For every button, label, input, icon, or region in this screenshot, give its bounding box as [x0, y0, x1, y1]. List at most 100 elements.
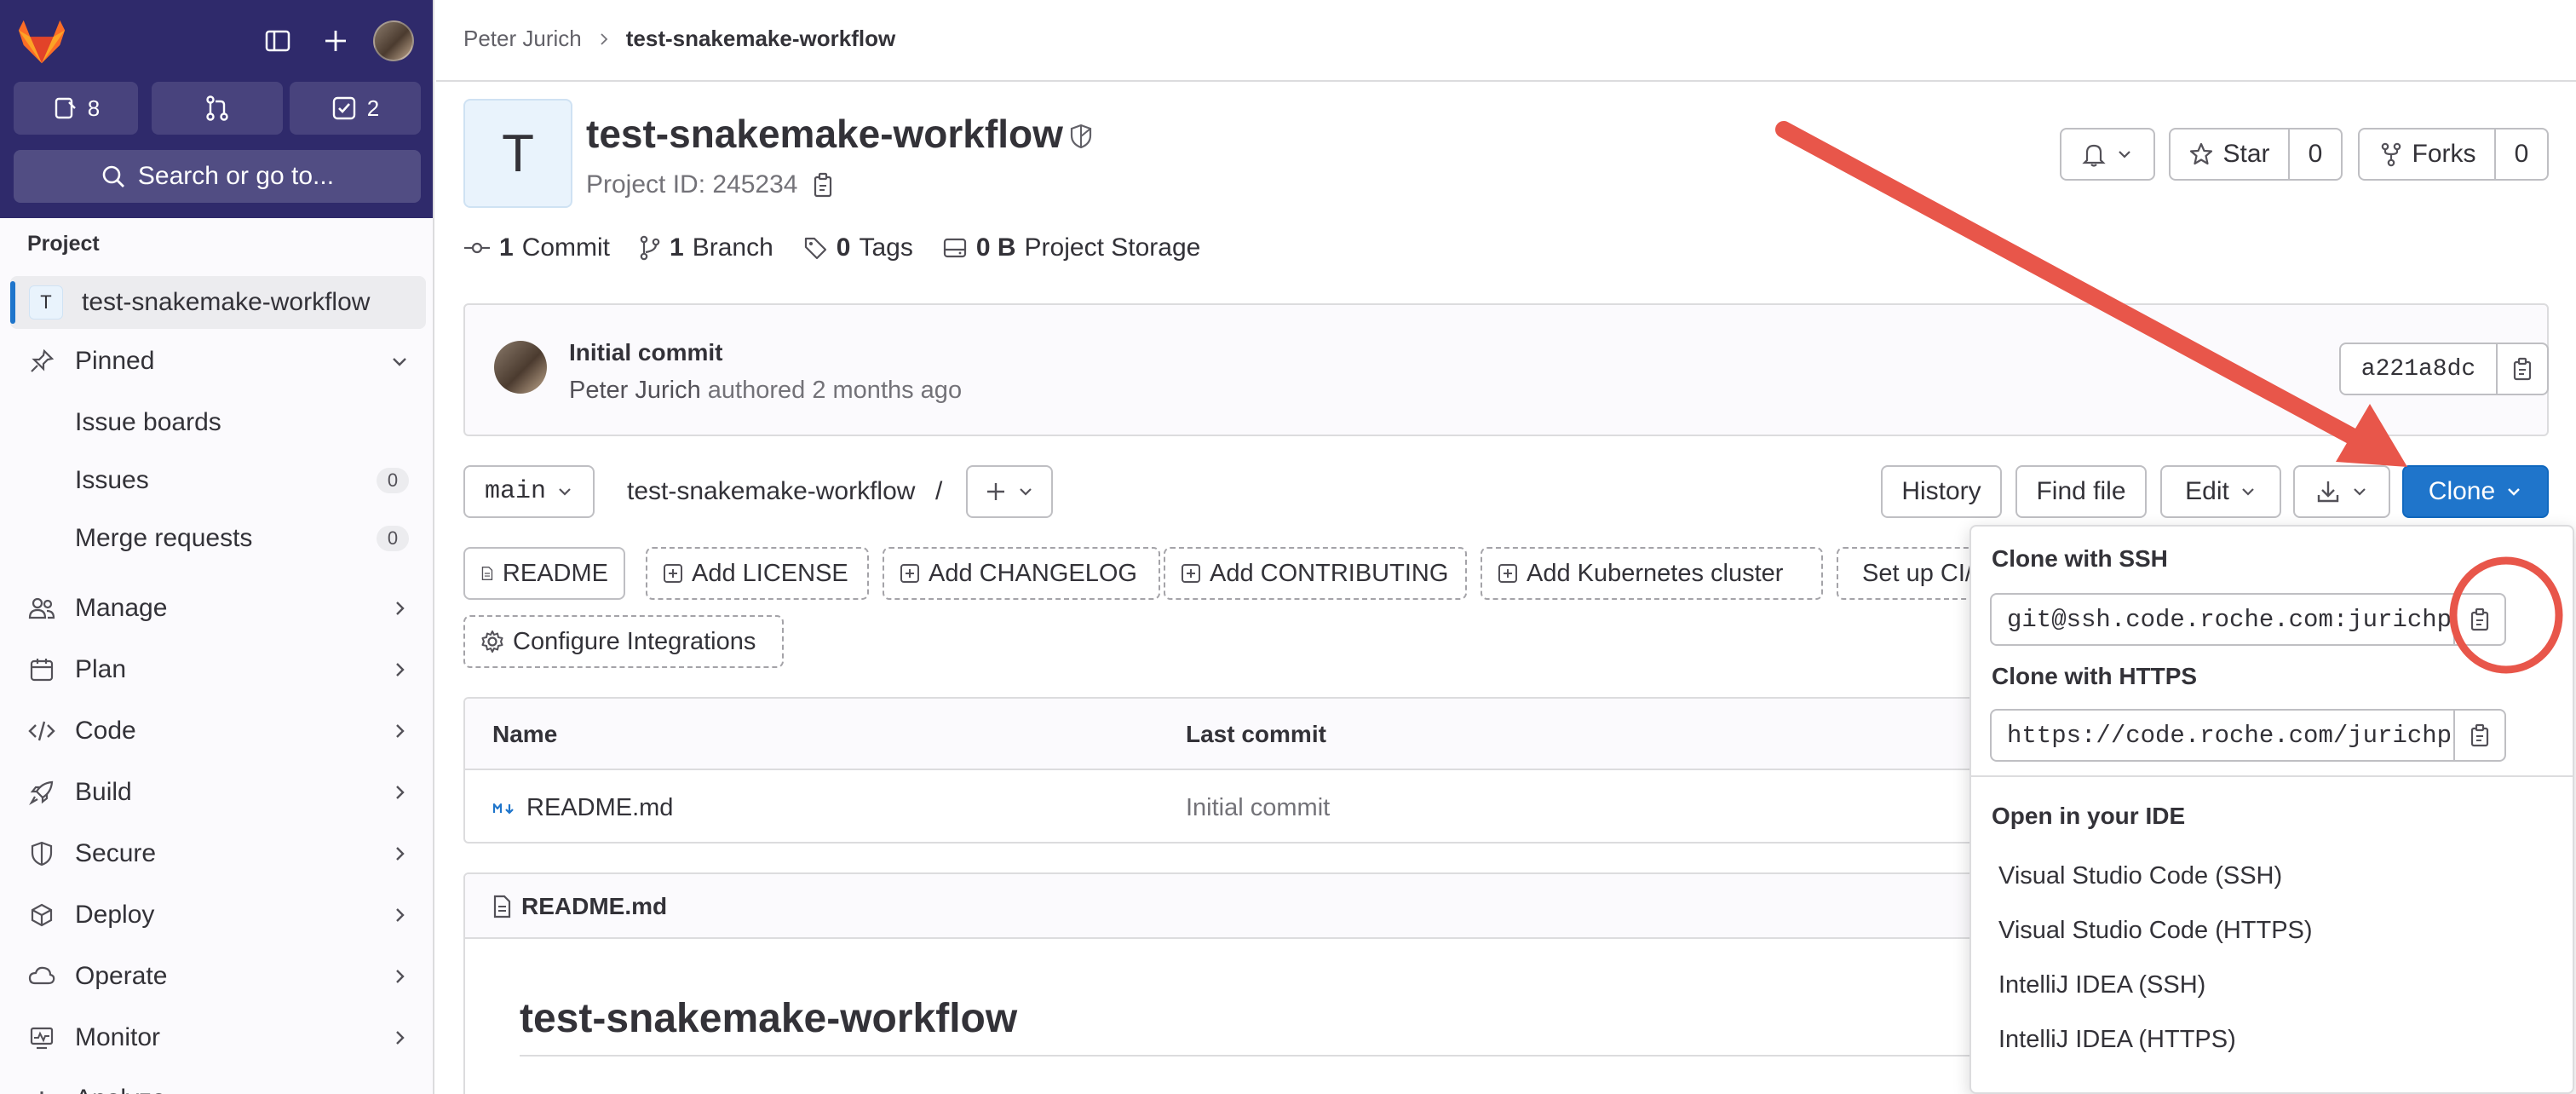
- todo-count: 8: [87, 95, 101, 121]
- copy-https-url-button[interactable]: [2453, 709, 2506, 762]
- file-icon: [493, 895, 511, 918]
- add-contributing-label: Add CONTRIBUTING: [1210, 559, 1449, 587]
- sidebar-item-build[interactable]: Build: [0, 765, 433, 820]
- clone-button[interactable]: Clone: [2402, 465, 2549, 518]
- commits-count: 1: [499, 233, 514, 262]
- clone-ssh-url-input[interactable]: git@ssh.code.roche.com:jurichp/: [1990, 593, 2455, 646]
- last-commit-cell[interactable]: Initial commit: [1186, 794, 1330, 822]
- last-commit-panel: Initial commit Peter Jurich authored 2 m…: [463, 303, 2549, 436]
- review-counter-button[interactable]: 2: [290, 82, 421, 135]
- chevron-right-icon: [387, 780, 412, 805]
- add-license-label: Add LICENSE: [692, 559, 848, 587]
- copy-sha-button[interactable]: [2496, 343, 2549, 395]
- plus-square-icon: [900, 564, 919, 583]
- chart-icon: [27, 1085, 56, 1094]
- chevron-down-icon: [2354, 488, 2366, 496]
- main-content: Peter Jurich test-snakemake-workflow T t…: [436, 0, 2576, 1094]
- add-changelog-button[interactable]: Add CHANGELOG: [883, 547, 1160, 600]
- clone-dropdown: Clone with SSH git@ssh.code.roche.com:ju…: [1969, 525, 2574, 1094]
- ide-intellij-https-item[interactable]: IntelliJ IDEA (HTTPS): [1998, 1026, 2236, 1054]
- issues-count-badge: 0: [377, 468, 409, 493]
- sidebar-item-pinned[interactable]: Pinned: [0, 334, 433, 389]
- add-contributing-button[interactable]: Add CONTRIBUTING: [1164, 547, 1467, 600]
- commit-time: authored 2 months ago: [707, 377, 963, 404]
- calendar-icon: [27, 655, 56, 684]
- merge-requests-counter-button[interactable]: [152, 82, 283, 135]
- ide-intellij-ssh-item[interactable]: IntelliJ IDEA (SSH): [1998, 971, 2205, 999]
- sidebar-item-label: Pinned: [75, 347, 155, 375]
- toggle-sidebar-icon[interactable]: [257, 20, 298, 61]
- notifications-button[interactable]: [2060, 128, 2155, 181]
- commits-stat-link[interactable]: 1 Commit: [463, 233, 610, 262]
- readme-button[interactable]: README: [463, 547, 625, 600]
- review-count: 2: [366, 95, 380, 121]
- breadcrumb-parent-link[interactable]: Peter Jurich: [463, 26, 582, 52]
- repo-path-link[interactable]: test-snakemake-workflow: [627, 477, 915, 506]
- gitlab-logo-icon[interactable]: [15, 15, 68, 68]
- forks-count-link[interactable]: 0: [2494, 128, 2549, 181]
- clone-ssh-label: Clone with SSH: [1992, 545, 2168, 572]
- history-button[interactable]: History: [1881, 465, 2002, 518]
- sidebar-item-monitor[interactable]: Monitor: [0, 1011, 433, 1065]
- forks-button[interactable]: Forks: [2358, 128, 2496, 181]
- configure-integrations-button[interactable]: Configure Integrations: [463, 615, 784, 668]
- create-new-icon[interactable]: [315, 20, 356, 61]
- sidebar-item-manage[interactable]: Manage: [0, 581, 433, 636]
- sidebar-item-secure[interactable]: Secure: [0, 826, 433, 881]
- branch-selector[interactable]: main: [463, 465, 595, 518]
- sidebar-item-code[interactable]: Code: [0, 704, 433, 758]
- commit-author-avatar[interactable]: [494, 341, 547, 394]
- sidebar-item-merge-requests[interactable]: Merge requests 0: [0, 511, 433, 566]
- sidebar-item-operate[interactable]: Operate: [0, 949, 433, 1004]
- chevron-down-icon: [387, 348, 412, 374]
- readme-filename: README.md: [521, 893, 668, 919]
- sidebar-item-plan[interactable]: Plan: [0, 642, 433, 697]
- commit-icon: [464, 242, 490, 254]
- sidebar: 8 2 Search or go to... Project T test-sn…: [0, 0, 434, 1094]
- branches-count: 1: [670, 233, 684, 262]
- file-name-cell[interactable]: README.md: [492, 794, 673, 822]
- search-input[interactable]: Search or go to...: [14, 150, 421, 203]
- copy-icon[interactable]: [811, 172, 835, 198]
- tag-icon: [804, 237, 826, 260]
- breadcrumb-current[interactable]: test-snakemake-workflow: [626, 26, 895, 52]
- merge-request-icon: [206, 95, 228, 121]
- find-file-button[interactable]: Find file: [2015, 465, 2147, 518]
- tags-stat-link[interactable]: 0 Tags: [802, 233, 913, 262]
- page-title: test-snakemake-workflow: [586, 112, 1063, 156]
- sidebar-item-issues[interactable]: Issues 0: [0, 453, 433, 508]
- download-button[interactable]: [2293, 465, 2390, 518]
- commit-author-link[interactable]: Peter Jurich: [569, 377, 701, 404]
- download-icon: [2317, 481, 2339, 503]
- readme-file-title[interactable]: README.md: [492, 893, 667, 920]
- sidebar-item-issue-boards[interactable]: Issue boards: [0, 395, 433, 450]
- todo-counter-button[interactable]: 8: [14, 82, 138, 135]
- branches-stat-link[interactable]: 1 Branch: [639, 233, 773, 262]
- deploy-icon: [27, 901, 56, 930]
- sidebar-item-label: Issue boards: [75, 408, 221, 436]
- project-avatar: T: [463, 99, 572, 208]
- edit-button[interactable]: Edit: [2160, 465, 2281, 518]
- clone-https-url-input[interactable]: https://code.roche.com/jurichp/: [1990, 709, 2455, 762]
- user-avatar[interactable]: [373, 20, 414, 61]
- storage-stat-link[interactable]: 0 B Project Storage: [942, 233, 1200, 262]
- add-to-tree-button[interactable]: [966, 465, 1053, 518]
- ide-vscode-https-item[interactable]: Visual Studio Code (HTTPS): [1998, 917, 2313, 945]
- dropdown-divider: [1971, 775, 2573, 777]
- sidebar-item-deploy[interactable]: Deploy: [0, 888, 433, 942]
- star-button[interactable]: Star: [2169, 128, 2290, 181]
- bell-icon: [2082, 144, 2106, 167]
- add-license-button[interactable]: Add LICENSE: [646, 547, 869, 600]
- ide-vscode-ssh-item[interactable]: Visual Studio Code (SSH): [1998, 862, 2282, 890]
- chevron-right-icon: [387, 841, 412, 867]
- cloud-icon: [27, 962, 56, 991]
- add-kubernetes-cluster-button[interactable]: Add Kubernetes cluster: [1481, 547, 1823, 600]
- star-count-link[interactable]: 0: [2288, 128, 2343, 181]
- commit-sha-link[interactable]: a221a8dc: [2339, 343, 2498, 395]
- monitor-icon: [27, 1023, 56, 1052]
- readme-button-label: README: [502, 559, 608, 587]
- copy-ssh-url-button[interactable]: [2453, 593, 2506, 646]
- sidebar-item-analyze[interactable]: Analyze: [0, 1072, 433, 1094]
- commit-title-link[interactable]: Initial commit: [569, 339, 722, 366]
- sidebar-item-project[interactable]: T test-snakemake-workflow: [10, 276, 426, 329]
